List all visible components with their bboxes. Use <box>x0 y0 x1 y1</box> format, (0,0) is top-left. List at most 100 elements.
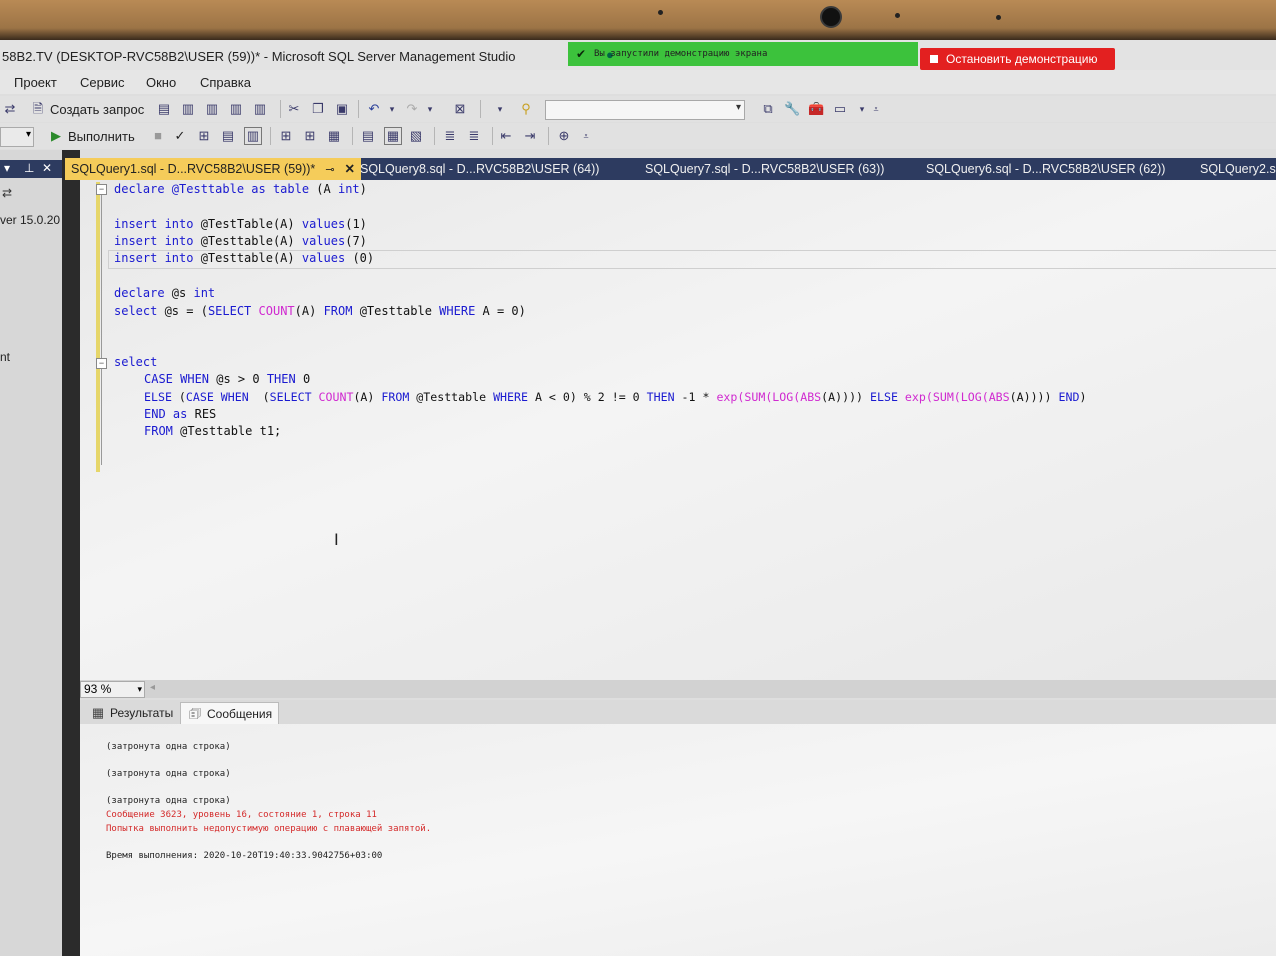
redo-dropdown-icon[interactable]: ▾ <box>426 100 438 118</box>
connect-icon[interactable]: ⇄ <box>2 100 22 118</box>
paste-icon[interactable]: ▣ <box>334 100 354 118</box>
tab-results-label: Результаты <box>110 706 174 720</box>
mouse-ibeam-cursor: I <box>334 530 339 549</box>
code-line: select <box>114 354 157 371</box>
error-message-line: Попытка выполнить недопустимую операцию … <box>106 824 432 834</box>
code-token: (0) <box>345 251 375 265</box>
undo-dropdown-icon[interactable]: ▾ <box>388 100 400 118</box>
undo-icon[interactable]: ↶ <box>366 100 386 118</box>
client-statistics-icon[interactable]: ▦ <box>326 127 346 145</box>
parse-checkmark-icon[interactable]: ✓ <box>172 127 192 145</box>
code-token: @Testtable <box>409 390 494 404</box>
menu-tools[interactable]: Сервис <box>80 75 125 90</box>
code-line: CASE WHEN @s > 0 THEN 0 <box>144 371 310 388</box>
toolbar-overflow-icon[interactable]: ⩡ <box>868 100 888 118</box>
wrench-icon[interactable]: 🔧 <box>784 100 804 118</box>
code-token: (A) <box>294 304 324 318</box>
toolbar-separator <box>492 127 493 145</box>
code-token: @TestTable(A) <box>193 217 302 231</box>
include-actual-plan-icon[interactable]: ⊞ <box>278 127 298 145</box>
menu-project[interactable]: Проект <box>14 75 57 90</box>
database-engine-query-icon[interactable]: ▤ <box>156 100 176 118</box>
collapse-icon[interactable]: − <box>96 358 107 369</box>
results-to-file-icon[interactable]: ▧ <box>408 127 428 145</box>
find-combobox[interactable]: ▾ <box>545 100 745 120</box>
tab-sqlquery1[interactable]: SQLQuery1.sql - D...RVC58B2\USER (59))* ⊸… <box>65 158 362 180</box>
properties-window-icon[interactable]: ⧉ <box>760 100 780 118</box>
toolbox-icon[interactable]: 🧰 <box>808 100 828 118</box>
find-icon[interactable]: ⚲ <box>518 100 538 118</box>
connect-icon[interactable]: ⇄ <box>2 186 12 200</box>
live-query-stats-icon[interactable]: ⊞ <box>302 127 322 145</box>
copy-icon[interactable]: ❐ <box>310 100 330 118</box>
tree-node[interactable]: nt <box>0 350 10 364</box>
tab-sqlquery2[interactable]: SQLQuery2.sc <box>1200 158 1276 180</box>
increase-indent-icon[interactable]: ⇥ <box>522 127 542 145</box>
display-estimated-plan-icon[interactable]: ⊞ <box>196 127 216 145</box>
command-window-icon[interactable]: ▭ <box>832 100 852 118</box>
toolbar-separator <box>434 127 435 145</box>
tab-messages[interactable]: 🗊 Сообщения <box>180 702 280 725</box>
code-token: THEN <box>266 372 296 386</box>
collapse-icon[interactable]: − <box>96 184 107 195</box>
code-token: CASE WHEN <box>185 390 249 404</box>
results-to-grid-icon[interactable]: ▦ <box>384 127 406 145</box>
tab-results[interactable]: ▦ Результаты <box>84 702 179 724</box>
code-token: ) <box>1079 390 1087 404</box>
scroll-left-icon[interactable]: ◂ <box>150 682 155 693</box>
cut-icon[interactable]: ✂ <box>286 100 306 118</box>
panel-splitter[interactable] <box>62 150 80 956</box>
grid-icon: ▦ <box>91 705 105 720</box>
toolbar-overflow-icon[interactable]: ⩡ <box>578 127 598 145</box>
cancel-query-icon[interactable]: ■ <box>150 127 170 145</box>
dax-query-icon[interactable]: ▥ <box>252 100 272 118</box>
results-tab-strip: ▦ Результаты 🗊 Сообщения <box>80 700 1276 725</box>
query-options-icon[interactable]: ▤ <box>220 127 240 145</box>
code-token: WHERE <box>439 304 476 318</box>
new-query-button[interactable]: 🗎 Создать запрос <box>30 100 144 118</box>
comment-lines-icon[interactable]: ≣ <box>442 127 462 145</box>
activity-monitor-icon[interactable]: ⊠ <box>452 100 472 118</box>
outline-line <box>101 195 102 465</box>
pin-icon[interactable]: ⊸ <box>325 164 334 176</box>
chevron-down-icon[interactable]: ▾ <box>4 161 10 175</box>
menu-window[interactable]: Окно <box>146 75 176 90</box>
query-editor[interactable]: − − declare @Testtable as table (A int) … <box>80 180 1276 680</box>
close-icon[interactable]: ✕ <box>345 162 355 176</box>
chevron-down-icon: ▾ <box>137 684 142 694</box>
tab-messages-label: Сообщения <box>207 707 273 721</box>
code-token: declare <box>114 286 165 300</box>
tab-sqlquery8[interactable]: SQLQuery8.sql - D...RVC58B2\USER (64)) <box>360 158 599 180</box>
tab-sqlquery6[interactable]: SQLQuery6.sql - D...RVC58B2\USER (62)) <box>926 158 1165 180</box>
tab-sqlquery7[interactable]: SQLQuery7.sql - D...RVC58B2\USER (63)) <box>645 158 884 180</box>
pin-icon[interactable]: ⊥ <box>24 161 34 175</box>
database-selector[interactable]: ▾ <box>0 127 34 147</box>
messages-pane[interactable]: (затронута одна строка) (затронута одна … <box>80 724 1276 956</box>
bezel-sensor <box>996 15 1001 20</box>
code-line: insert into @Testtable(A) values (0) <box>114 250 374 267</box>
server-version-node[interactable]: ver 15.0.20 <box>0 213 60 227</box>
code-line: insert into @TestTable(A) values(1) <box>114 216 367 233</box>
results-to-text-icon[interactable]: ▤ <box>360 127 380 145</box>
code-token: ( <box>171 390 186 404</box>
specify-template-values-icon[interactable]: ⊕ <box>556 127 576 145</box>
zoom-selector[interactable]: 93 % ▾ <box>80 681 145 698</box>
toolbar-separator <box>480 100 481 118</box>
dmx-query-icon[interactable]: ▥ <box>204 100 224 118</box>
code-line: declare @s int <box>114 285 215 302</box>
redo-icon[interactable]: ↷ <box>404 100 424 118</box>
intellisense-icon[interactable]: ▥ <box>244 127 266 145</box>
decrease-indent-icon[interactable]: ⇤ <box>498 127 518 145</box>
execute-button[interactable]: ▶ Выполнить <box>48 127 135 145</box>
close-icon[interactable]: ✕ <box>42 161 52 175</box>
tab-label: SQLQuery8.sql - D...RVC58B2\USER (64)) <box>360 162 600 176</box>
code-token: ( <box>248 390 270 404</box>
xmla-query-icon[interactable]: ▥ <box>228 100 248 118</box>
stop-screen-share-button[interactable]: Остановить демонстрацию <box>920 48 1115 70</box>
solution-config-dropdown-icon[interactable]: ▾ <box>492 100 512 118</box>
toolbar-separator <box>352 127 353 145</box>
uncomment-lines-icon[interactable]: ≣ <box>466 127 486 145</box>
code-token: @Testtable(A) <box>193 234 302 248</box>
menu-help[interactable]: Справка <box>200 75 251 90</box>
mdx-query-icon[interactable]: ▥ <box>180 100 200 118</box>
